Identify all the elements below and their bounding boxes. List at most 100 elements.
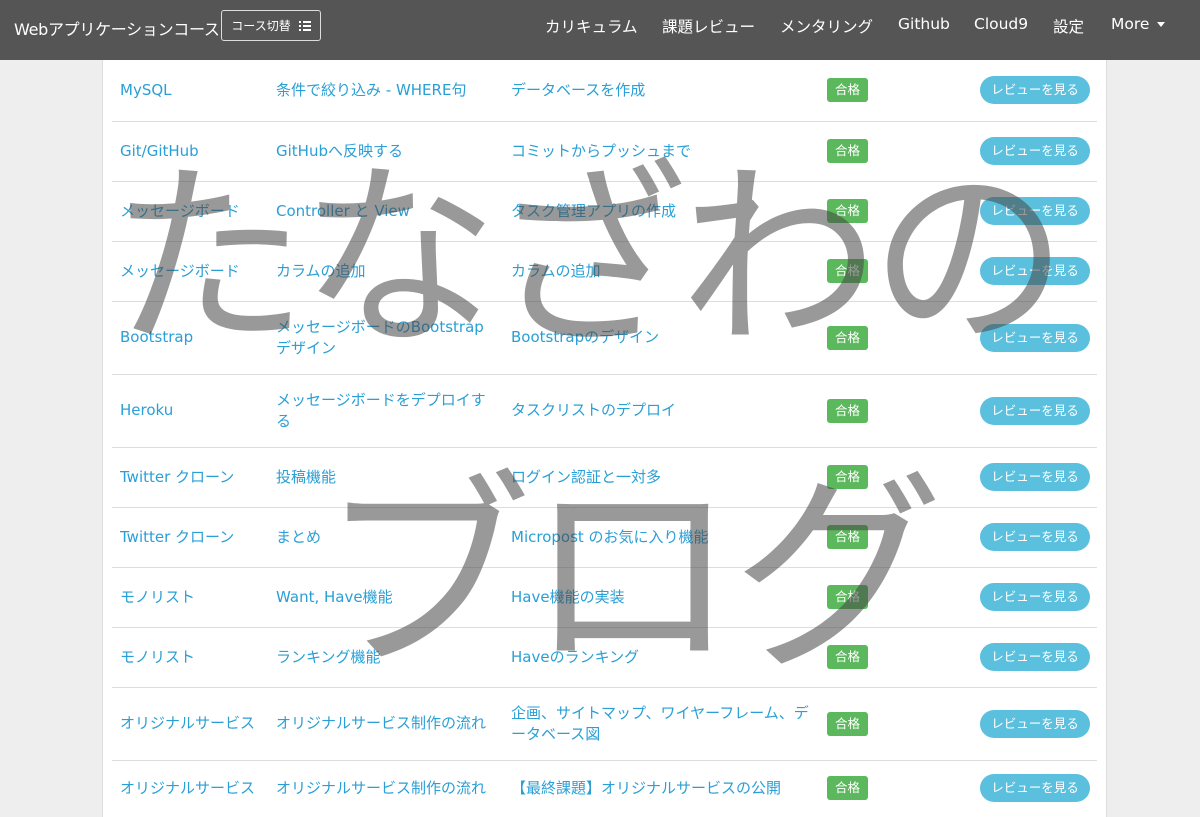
list-icon [298,20,311,31]
task-link[interactable]: カラムの追加 [511,262,601,280]
lesson-cell: GitHubへ反映する [268,120,503,181]
review-table: MySQL 条件で絞り込み - WHERE句 データベースを作成 合格 レビュー… [112,60,1097,816]
action-cell: レビューを見る [933,686,1097,760]
lesson-link[interactable]: ランキング機能 [276,648,381,666]
lesson-link[interactable]: Want, Have機能 [276,588,393,606]
table-row: メッセージボード カラムの追加 カラムの追加 合格 レビューを見る [112,240,1097,301]
lesson-link[interactable]: オリジナルサービス制作の流れ [276,714,486,732]
course-link[interactable]: モノリスト [120,588,195,606]
status-badge: 合格 [827,465,869,489]
table-row: Git/GitHub GitHubへ反映する コミットからプッシュまで 合格 レ… [112,120,1097,181]
course-switch-label: コース切替 [231,19,291,33]
nav-more-label: More [1111,15,1150,33]
nav-mentoring[interactable]: メンタリング [780,15,873,37]
lesson-link[interactable]: 投稿機能 [276,468,336,486]
lesson-link[interactable]: メッセージボードのBootstrapデザイン [276,318,484,357]
status-cell: 合格 [819,506,933,567]
task-link[interactable]: タスクリストのデプロイ [511,401,676,419]
course-link[interactable]: Twitter クローン [120,468,234,486]
action-cell: レビューを見る [933,566,1097,627]
nav-github[interactable]: Github [898,15,950,33]
status-cell: 合格 [819,240,933,301]
action-cell: レビューを見る [933,120,1097,181]
lesson-link[interactable]: Controller と View [276,202,410,220]
nav-settings[interactable]: 設定 [1053,15,1084,37]
lesson-link[interactable]: メッセージボードをデプロイする [276,391,486,430]
task-link[interactable]: ログイン認証と一対多 [511,468,661,486]
action-cell: レビューを見る [933,446,1097,507]
task-link[interactable]: Haveのランキング [511,648,639,666]
lesson-cell: まとめ [268,506,503,567]
task-cell: 企画、サイトマップ、ワイヤーフレーム、データベース図 [503,686,819,760]
brand-title[interactable]: Webアプリケーションコース [14,16,220,40]
lesson-cell: オリジナルサービス制作の流れ [268,686,503,760]
lesson-link[interactable]: カラムの追加 [276,262,366,280]
course-link[interactable]: Git/GitHub [120,142,199,160]
lesson-cell: Controller と View [268,180,503,241]
view-review-button[interactable]: レビューを見る [980,323,1090,352]
task-cell: Have機能の実装 [503,566,819,627]
view-review-button[interactable]: レビューを見る [980,709,1090,738]
course-link[interactable]: Bootstrap [120,328,193,346]
task-link[interactable]: Have機能の実装 [511,588,625,606]
task-link[interactable]: Micropost のお気に入り機能 [511,528,709,546]
action-cell: レビューを見る [933,180,1097,241]
course-switch-button[interactable]: コース切替 [221,10,321,41]
lesson-cell: メッセージボードのBootstrapデザイン [268,300,503,374]
status-badge: 合格 [827,525,869,549]
table-row: Twitter クローン 投稿機能 ログイン認証と一対多 合格 レビューを見る [112,446,1097,507]
status-cell: 合格 [819,120,933,181]
nav-cloud9[interactable]: Cloud9 [974,15,1028,33]
course-link[interactable]: オリジナルサービス [120,714,255,732]
status-badge: 合格 [827,776,869,801]
course-link[interactable]: メッセージボード [120,262,240,280]
view-review-button[interactable]: レビューを見る [980,523,1090,551]
course-link[interactable]: メッセージボード [120,202,240,220]
course-cell: Heroku [112,373,268,447]
course-cell: オリジナルサービス [112,686,268,760]
view-review-button[interactable]: レビューを見る [980,463,1090,491]
course-cell: Twitter クローン [112,446,268,507]
view-review-button[interactable]: レビューを見る [980,583,1090,611]
task-cell: タスクリストのデプロイ [503,373,819,447]
status-cell: 合格 [819,566,933,627]
view-review-button[interactable]: レビューを見る [980,197,1090,225]
lesson-link[interactable]: オリジナルサービス制作の流れ [276,779,486,797]
status-cell: 合格 [819,180,933,241]
course-link[interactable]: モノリスト [120,648,195,666]
lesson-cell: 投稿機能 [268,446,503,507]
status-badge: 合格 [827,585,869,609]
course-cell: メッセージボード [112,180,268,241]
status-badge: 合格 [827,259,869,283]
lesson-link[interactable]: 条件で絞り込み - WHERE句 [276,81,466,99]
task-link[interactable]: Bootstrapのデザイン [511,328,659,346]
nav-task-review[interactable]: 課題レビュー [662,15,755,37]
task-cell: Micropost のお気に入り機能 [503,506,819,567]
lesson-link[interactable]: まとめ [276,528,321,546]
top-navbar: Webアプリケーションコース コース切替 カリキュラム 課題レビュー メンタリン… [0,0,1200,60]
nav-curriculum[interactable]: カリキュラム [545,15,638,37]
course-link[interactable]: Heroku [120,401,173,419]
nav-more-dropdown[interactable]: More [1111,15,1166,33]
view-review-button[interactable]: レビューを見る [980,137,1090,165]
course-cell: Twitter クローン [112,506,268,567]
task-link[interactable]: 【最終課題】オリジナルサービスの公開 [511,779,781,797]
view-review-button[interactable]: レビューを見る [980,396,1090,425]
view-review-button[interactable]: レビューを見る [980,774,1090,803]
task-link[interactable]: コミットからプッシュまで [511,142,691,160]
view-review-button[interactable]: レビューを見る [980,257,1090,285]
task-link[interactable]: 企画、サイトマップ、ワイヤーフレーム、データベース図 [511,704,809,743]
table-row: Bootstrap メッセージボードのBootstrapデザイン Bootstr… [112,300,1097,374]
lesson-link[interactable]: GitHubへ反映する [276,142,403,160]
task-link[interactable]: タスク管理アプリの作成 [511,202,676,220]
course-cell: Bootstrap [112,300,268,374]
task-cell: Bootstrapのデザイン [503,300,819,374]
course-link[interactable]: オリジナルサービス [120,779,255,797]
view-review-button[interactable]: レビューを見る [980,643,1090,671]
course-link[interactable]: MySQL [120,81,172,99]
lesson-cell: Want, Have機能 [268,566,503,627]
action-cell: レビューを見る [933,60,1097,121]
task-link[interactable]: データベースを作成 [511,81,645,99]
view-review-button[interactable]: レビューを見る [980,76,1090,105]
course-link[interactable]: Twitter クローン [120,528,234,546]
